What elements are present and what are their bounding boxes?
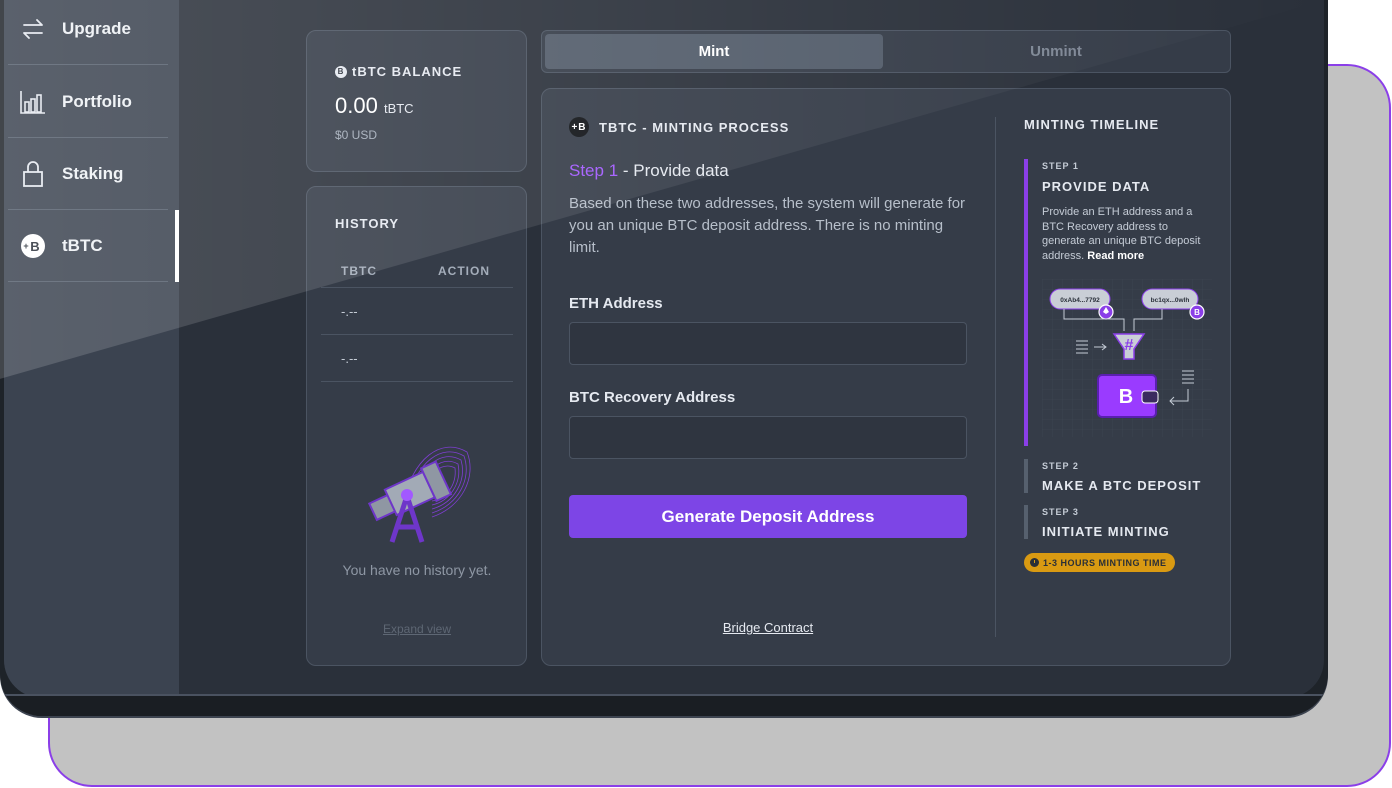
active-indicator [175,210,179,282]
column-header-action: ACTION [438,264,490,278]
balance-amount: 0.00 [335,93,378,118]
eth-address-pill: 0xAb4...7792 [1060,297,1100,304]
sidebar-item-label: Portfolio [62,91,132,111]
minting-panel: +B TBTC - MINTING PROCESS Step 1 - Provi… [541,88,1231,666]
sidebar-item-label: tBTC [62,235,103,255]
tbtc-small-icon: B [335,65,347,78]
history-card: HISTORY TBTC ACTION -.-- -.-- You have n… [306,186,527,666]
eth-address-input[interactable] [569,322,967,365]
device-frame: Upgrade Portfolio Staking B + tBTC B tBT… [0,0,1328,716]
balance-title: B tBTC BALANCE [335,64,462,79]
panel-divider [995,117,996,637]
step-heading: Step 1 - Provide data [569,161,729,181]
empty-history-text: You have no history yet. [342,562,492,578]
minting-time-badge: 1-3 HOURS MINTING TIME [1024,553,1175,572]
sidebar-item-staking[interactable]: Staking [8,138,168,210]
sidebar: Upgrade Portfolio Staking B + tBTC [4,0,179,698]
deposit-address-illustration: 0xAb4...7792 bc1qx...0wlh B # B [1042,279,1212,437]
bar-chart-icon [18,87,48,117]
balance-unit: tBTC [383,101,414,116]
generate-deposit-address-button[interactable]: Generate Deposit Address [569,495,967,538]
step-description: Based on these two addresses, the system… [569,195,966,256]
sidebar-item-tbtc[interactable]: B + tBTC [8,210,168,282]
timeline-step-3-bar [1024,505,1028,539]
timeline-step-2-name: MAKE A BTC DEPOSIT [1042,478,1202,493]
svg-text:+: + [23,241,28,251]
sidebar-item-portfolio[interactable]: Portfolio [8,66,168,138]
arrows-swap-icon [18,14,48,44]
svg-text:B: B [30,239,39,254]
tab-mint[interactable]: Mint [545,34,883,69]
step-text: - Provide data [618,161,729,180]
mint-tabs: Mint Unmint [541,30,1231,73]
timeline-step-3-name: INITIATE MINTING [1042,524,1170,539]
tbtc-logo-icon: +B [569,117,589,137]
read-more-link[interactable]: Read more [1087,250,1144,262]
balance-title-text: tBTC BALANCE [352,64,463,79]
timeline-step-2-bar [1024,459,1028,493]
hash-symbol: # [1125,337,1134,354]
minting-process-title: +B TBTC - MINTING PROCESS [569,117,789,137]
tbtc-icon: B + [18,231,48,261]
timeline-step-1-name: PROVIDE DATA [1042,179,1151,194]
history-title: HISTORY [335,216,400,231]
minting-timeline-title: MINTING TIMELINE [1024,117,1160,132]
table-row: -.-- [321,288,513,335]
sidebar-item-label: Staking [62,163,124,183]
timeline-step-3-number: STEP 3 [1042,507,1079,517]
table-row: -.-- [321,335,513,382]
expand-view-link[interactable]: Expand view [307,622,527,636]
bridge-contract-link[interactable]: Bridge Contract [542,620,994,635]
column-header-tbtc: TBTC [341,264,377,278]
balance-value: 0.00 tBTC [335,93,414,119]
btc-address-pill: bc1qx...0wlh [1151,297,1190,304]
eth-address-label: ETH Address [569,295,663,312]
timeline-step-2-number: STEP 2 [1042,461,1079,471]
timeline-step-1-bar [1024,159,1028,446]
balance-card: B tBTC BALANCE 0.00 tBTC $0 USD [306,30,527,172]
history-cell: -.-- [341,351,358,366]
timeline-step-1-number: STEP 1 [1042,161,1079,171]
telescope-illustration [367,446,471,543]
sidebar-item-label: Upgrade [62,18,131,38]
timeline-step-1-description: Provide an ETH address and a BTC Recover… [1042,205,1212,263]
balance-usd: $0 USD [335,128,378,142]
history-table-header: TBTC ACTION [321,262,513,288]
app-screen: Upgrade Portfolio Staking B + tBTC B tBT… [4,0,1324,698]
clock-icon [1030,558,1039,567]
minting-time-text: 1-3 HOURS MINTING TIME [1043,557,1167,568]
tab-unmint[interactable]: Unmint [887,34,1225,69]
btc-recovery-address-input[interactable] [569,416,967,459]
btc-recovery-address-label: BTC Recovery Address [569,389,736,406]
step-label: Step 1 [569,161,619,180]
lock-icon [18,159,48,189]
wallet-btc-symbol: B [1119,386,1133,408]
sidebar-item-upgrade[interactable]: Upgrade [8,0,168,65]
svg-text:B: B [1194,308,1200,317]
history-cell: -.-- [341,304,358,319]
minting-process-title-text: TBTC - MINTING PROCESS [599,119,790,135]
